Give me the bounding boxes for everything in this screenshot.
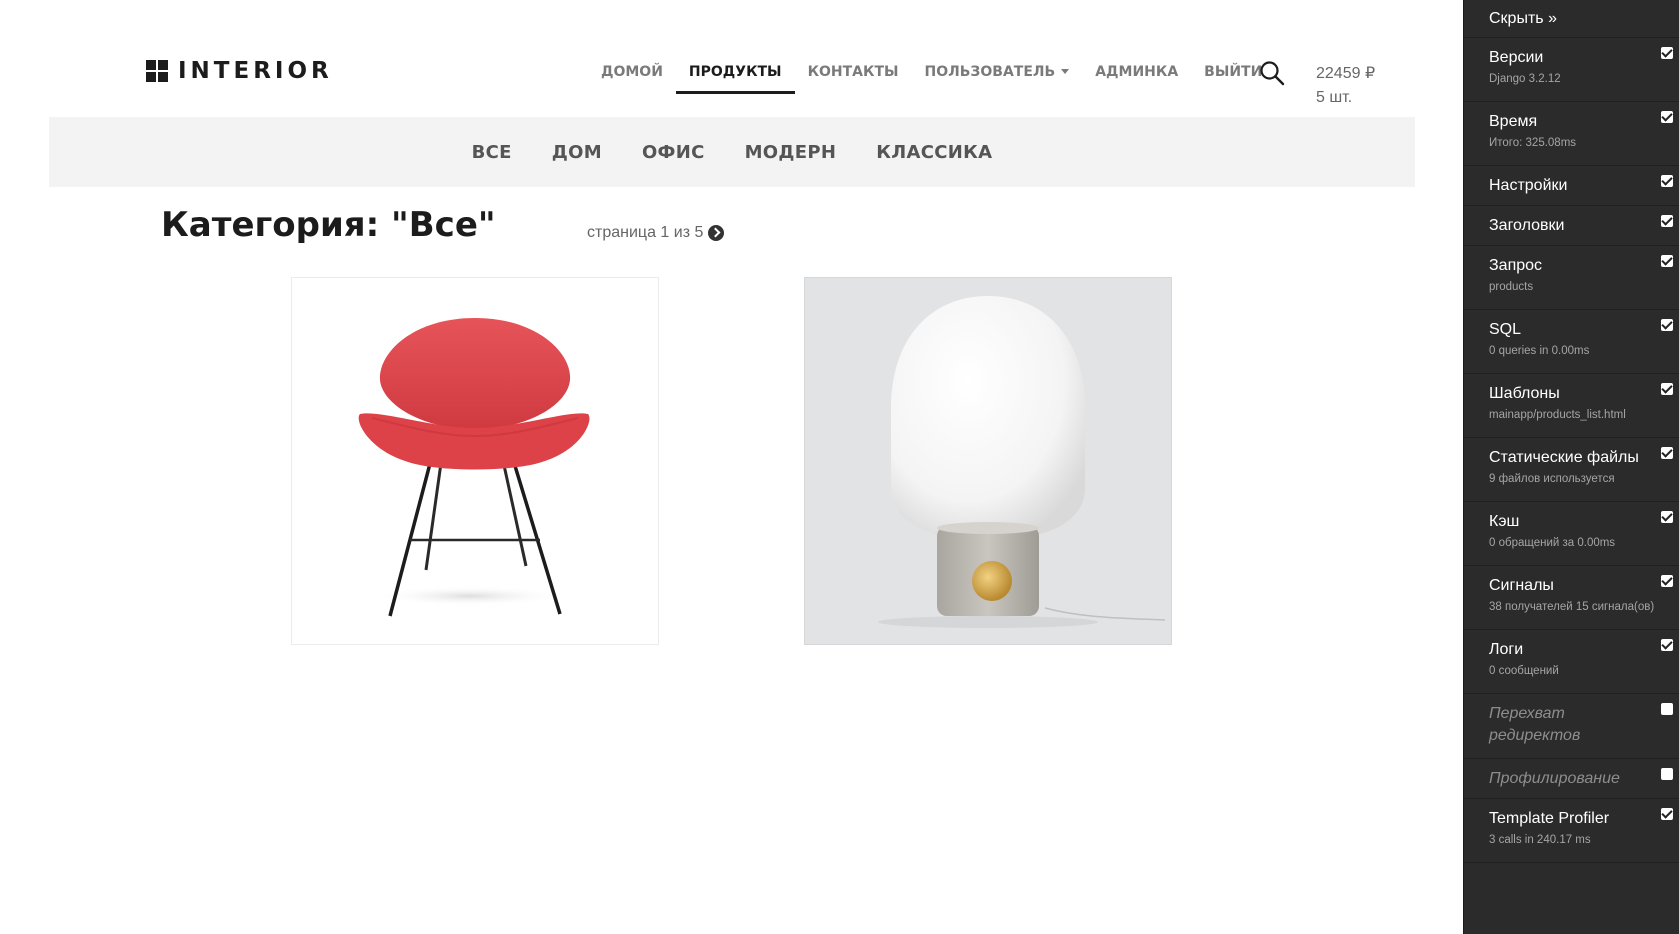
- nav-products[interactable]: ПРОДУКТЫ: [675, 58, 795, 94]
- category-home[interactable]: ДОМ: [552, 142, 602, 163]
- panel-title: Настройки: [1489, 177, 1568, 194]
- search-icon[interactable]: [1259, 60, 1285, 86]
- panel-title: Сигналы: [1489, 577, 1554, 594]
- panel-logs[interactable]: Логи 0 сообщений: [1464, 630, 1679, 694]
- panel-subtitle: 3 calls in 240.17 ms: [1489, 834, 1591, 846]
- panel-checkbox[interactable]: [1661, 175, 1673, 187]
- panel-subtitle: Django 3.2.12: [1489, 73, 1561, 85]
- nav-user-dropdown[interactable]: ПОЛЬЗОВАТЕЛЬ: [912, 58, 1083, 90]
- category-all[interactable]: ВСЕ: [472, 142, 512, 163]
- panel-title: SQL: [1489, 321, 1522, 338]
- site-logo[interactable]: INTERIOR: [146, 58, 333, 84]
- panel-sql[interactable]: SQL 0 queries in 0.00ms: [1464, 310, 1679, 374]
- panel-title: Статические файлы: [1489, 449, 1639, 466]
- category-modern[interactable]: МОДЕРН: [745, 142, 837, 163]
- pagination: страница 1 из 5: [587, 224, 725, 242]
- panel-subtitle: 9 файлов используется: [1489, 473, 1615, 485]
- panel-title: Версии: [1489, 49, 1544, 66]
- panel-subtitle: 0 сообщений: [1489, 665, 1559, 677]
- panel-headers[interactable]: Заголовки: [1464, 206, 1679, 246]
- panel-checkbox[interactable]: [1661, 255, 1673, 267]
- product-card-chair[interactable]: [291, 277, 659, 645]
- panel-checkbox[interactable]: [1661, 111, 1673, 123]
- nav-home[interactable]: ДОМОЙ: [588, 58, 676, 90]
- panel-title: Запрос: [1489, 257, 1543, 274]
- category-classic[interactable]: КЛАССИКА: [876, 142, 992, 163]
- panel-settings[interactable]: Настройки: [1464, 166, 1679, 206]
- logo-text: INTERIOR: [178, 58, 333, 84]
- panel-subtitle: 38 получателей 15 сигнала(ов): [1489, 601, 1655, 613]
- panel-subtitle: 0 queries in 0.00ms: [1489, 345, 1590, 357]
- panel-cache[interactable]: Кэш 0 обращений за 0.00ms: [1464, 502, 1679, 566]
- logo-grid-icon: [146, 60, 168, 82]
- panel-checkbox[interactable]: [1661, 639, 1673, 651]
- panel-versions[interactable]: Версии Django 3.2.12: [1464, 38, 1679, 102]
- panel-title: Логи: [1489, 641, 1524, 658]
- panel-checkbox[interactable]: [1661, 511, 1673, 523]
- panel-title: Профилирование: [1489, 770, 1620, 787]
- product-card-lamp[interactable]: [804, 277, 1172, 645]
- panel-subtitle: products: [1489, 281, 1534, 293]
- panel-subtitle: 0 обращений за 0.00ms: [1489, 537, 1616, 549]
- hide-toolbar-button[interactable]: Скрыть »: [1464, 0, 1679, 38]
- panel-template-profiler[interactable]: Template Profiler 3 calls in 240.17 ms: [1464, 799, 1679, 863]
- panel-checkbox[interactable]: [1661, 215, 1673, 227]
- panel-checkbox[interactable]: [1661, 47, 1673, 59]
- panel-checkbox[interactable]: [1661, 703, 1673, 715]
- panel-title: Перехват редиректов: [1489, 705, 1581, 744]
- nav-admin[interactable]: АДМИНКА: [1082, 58, 1191, 90]
- panel-profiling[interactable]: Профилирование: [1464, 759, 1679, 799]
- debug-toolbar: Скрыть » Версии Django 3.2.12 Время Итог…: [1463, 0, 1679, 934]
- cart-total: 22459 ₽: [1316, 65, 1376, 82]
- panel-title: Template Profiler: [1489, 810, 1610, 827]
- panel-title: Время: [1489, 113, 1538, 130]
- panel-subtitle: mainapp/products_list.html: [1489, 409, 1626, 421]
- panel-request[interactable]: Запрос products: [1464, 246, 1679, 310]
- nav-contacts[interactable]: КОНТАКТЫ: [795, 58, 912, 90]
- panel-title: Кэш: [1489, 513, 1520, 530]
- globe-table-lamp-image: [878, 296, 1166, 628]
- panel-title: Шаблоны: [1489, 385, 1560, 402]
- panel-title: Заголовки: [1489, 217, 1565, 234]
- category-office[interactable]: ОФИС: [642, 142, 705, 163]
- panel-checkbox[interactable]: [1661, 768, 1673, 780]
- nav-user-label: ПОЛЬЗОВАТЕЛЬ: [924, 64, 1056, 80]
- pager-text: страница 1 из 5: [587, 224, 704, 241]
- red-chair-image: [358, 318, 590, 617]
- panel-checkbox[interactable]: [1661, 383, 1673, 395]
- cart-count: 5 шт.: [1316, 89, 1353, 106]
- panel-checkbox[interactable]: [1661, 808, 1673, 820]
- panel-templates[interactable]: Шаблоны mainapp/products_list.html: [1464, 374, 1679, 438]
- category-bar: ВСЕ ДОМ ОФИС МОДЕРН КЛАССИКА: [49, 117, 1415, 187]
- page-title: Категория: "Все": [161, 205, 496, 245]
- panel-time[interactable]: Время Итого: 325.08ms: [1464, 102, 1679, 166]
- panel-checkbox[interactable]: [1661, 575, 1673, 587]
- panel-checkbox[interactable]: [1661, 319, 1673, 331]
- panel-signals[interactable]: Сигналы 38 получателей 15 сигнала(ов): [1464, 566, 1679, 630]
- panel-subtitle: Итого: 325.08ms: [1489, 137, 1577, 149]
- next-page-icon[interactable]: [708, 225, 725, 241]
- main-nav: ДОМОЙ ПРОДУКТЫ КОНТАКТЫ ПОЛЬЗОВАТЕЛЬ АДМ…: [588, 58, 1275, 98]
- panel-static-files[interactable]: Статические файлы 9 файлов используется: [1464, 438, 1679, 502]
- cart-summary[interactable]: 22459 ₽ 5 шт.: [1316, 62, 1375, 110]
- caret-down-icon: [1061, 68, 1070, 74]
- panel-redirects[interactable]: Перехват редиректов: [1464, 694, 1679, 759]
- panel-checkbox[interactable]: [1661, 447, 1673, 459]
